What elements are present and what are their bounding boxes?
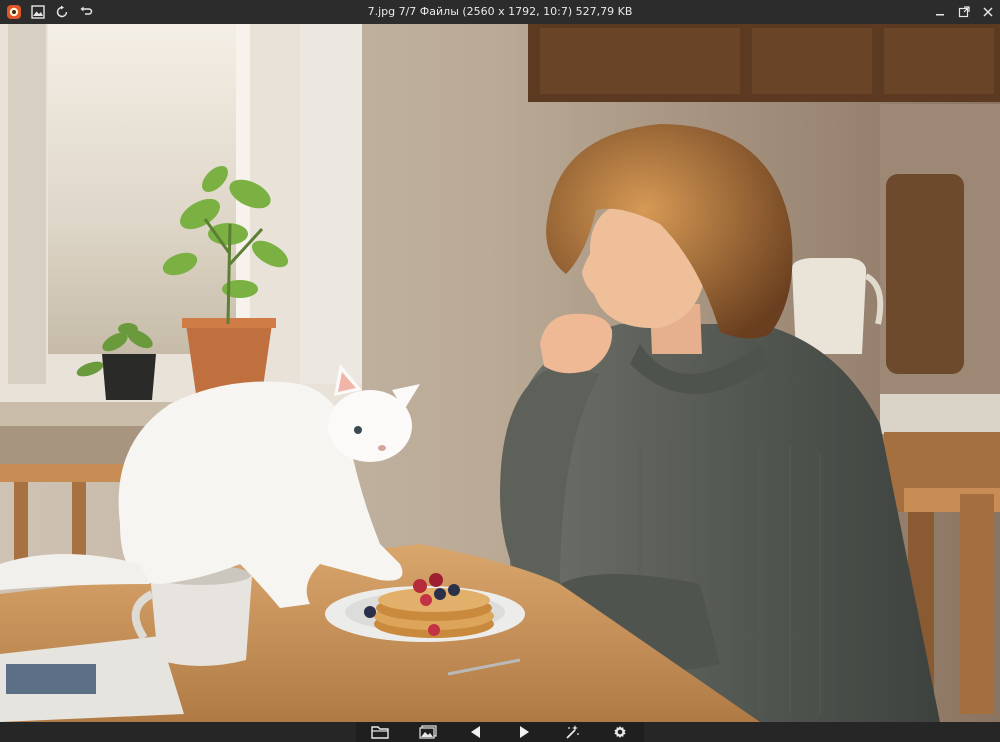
rotate-icon[interactable] (52, 2, 72, 22)
undo-icon[interactable] (76, 2, 96, 22)
magic-wand-icon[interactable] (560, 723, 584, 741)
bottom-toolbar-buttons (356, 722, 644, 742)
maximize-icon[interactable] (954, 2, 974, 22)
title-bar: 7.jpg 7/7 Файлы (2560 x 1792, 10:7) 527,… (0, 0, 1000, 24)
title-toolbar (4, 2, 96, 22)
next-icon[interactable] (512, 723, 536, 741)
close-icon[interactable] (978, 2, 998, 22)
settings-icon[interactable] (608, 723, 632, 741)
app-logo-icon[interactable] (4, 2, 24, 22)
window-title: 7.jpg 7/7 Файлы (2560 x 1792, 10:7) 527,… (367, 5, 633, 18)
minimize-icon[interactable] (930, 2, 950, 22)
previous-icon[interactable] (464, 723, 488, 741)
image-viewport[interactable] (0, 24, 1000, 722)
folder-icon[interactable] (368, 723, 392, 741)
image-gallery-icon[interactable] (416, 723, 440, 741)
window-controls (930, 2, 998, 22)
photo-illustration (0, 24, 1000, 722)
bottom-toolbar (0, 722, 1000, 742)
gallery-icon[interactable] (28, 2, 48, 22)
